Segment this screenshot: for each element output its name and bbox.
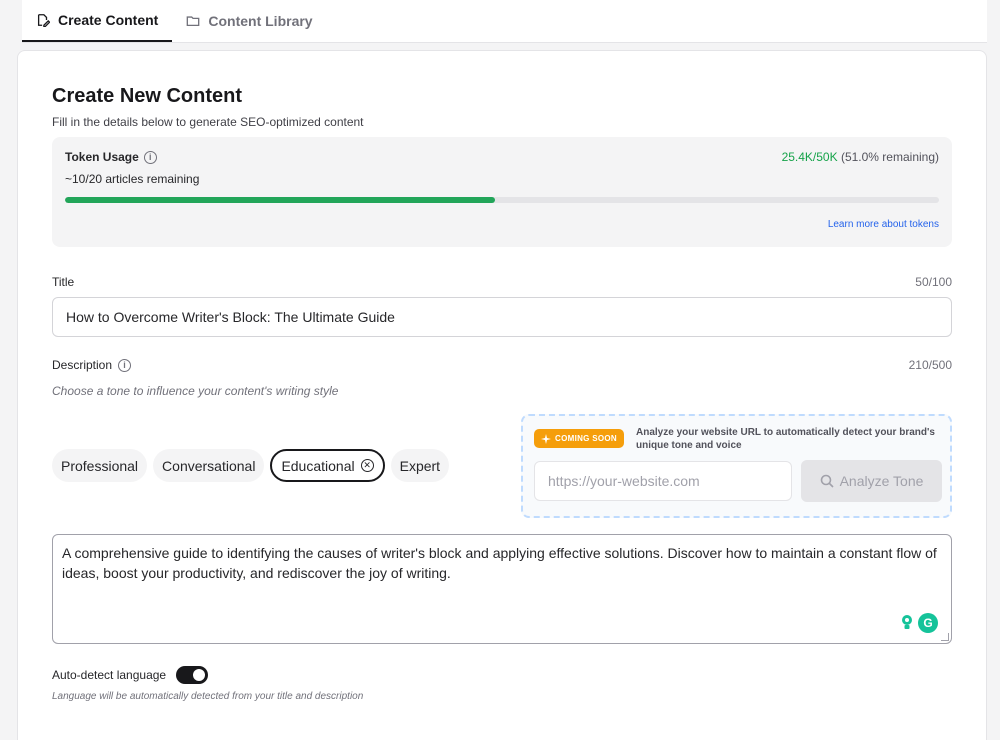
title-label-text: Title — [52, 275, 75, 289]
folder-icon — [187, 16, 200, 27]
close-circle-icon[interactable]: ✕ — [360, 459, 374, 472]
tokens-used: 25.4K/50K — [781, 150, 838, 164]
badge-text: COMING SOON — [555, 434, 617, 443]
tone-hint: Choose a tone to influence your content'… — [52, 384, 339, 398]
learn-more-tokens-link[interactable]: Learn more about tokens — [828, 219, 939, 230]
articles-remaining: ~10/20 articles remaining — [65, 172, 200, 186]
tone-conversational[interactable]: Conversational — [153, 449, 265, 482]
coming-soon-badge: COMING SOON — [534, 429, 624, 448]
page-title: Create New Content — [52, 85, 243, 107]
info-icon[interactable]: i — [143, 150, 157, 164]
page-subtitle: Fill in the details below to generate SE… — [52, 115, 364, 129]
tone-professional[interactable]: Professional — [52, 449, 148, 482]
grammarly-icon[interactable]: G — [918, 613, 938, 633]
auto-detect-hint: Language will be automatically detected … — [52, 691, 364, 702]
analyze-tone-panel: COMING SOON Analyze your website URL to … — [521, 414, 952, 518]
tab-content-library[interactable]: Content Library — [172, 0, 326, 42]
grammarly-widget[interactable]: G — [900, 613, 938, 633]
tone-selector: Professional Conversational Educational … — [52, 449, 450, 482]
tab-label: Content Library — [208, 13, 313, 29]
title-counter: 50/100 — [915, 275, 952, 289]
title-label: Title — [52, 275, 74, 289]
description-textarea[interactable]: A comprehensive guide to identifying the… — [52, 534, 952, 644]
token-progress-bar — [65, 197, 939, 203]
tone-expert[interactable]: Expert — [390, 449, 450, 482]
token-count: 25.4K/50K (51.0% remaining) — [782, 150, 939, 164]
analyze-description: Analyze your website URL to automaticall… — [636, 427, 935, 451]
tone-label: Conversational — [162, 457, 256, 474]
sparkle-icon — [541, 433, 551, 444]
auto-detect-label: Auto-detect language — [52, 668, 167, 682]
description-label-text: Description — [52, 358, 113, 372]
lightbulb-icon[interactable] — [900, 614, 914, 632]
resize-handle[interactable] — [941, 633, 949, 641]
token-usage-text: Token Usage — [65, 150, 139, 164]
auto-detect-toggle[interactable] — [176, 666, 209, 684]
description-counter: 210/500 — [908, 358, 952, 372]
info-icon[interactable]: i — [118, 358, 132, 372]
search-icon — [820, 474, 834, 488]
tone-label: Educational — [281, 457, 355, 474]
token-usage-label: Token Usage i — [65, 150, 157, 164]
token-progress-fill — [65, 197, 495, 203]
title-input[interactable]: How to Overcome Writer's Block: The Ulti… — [52, 297, 952, 337]
edit-icon — [37, 14, 50, 27]
tone-educational[interactable]: Educational ✕ — [270, 449, 385, 482]
tone-label: Professional — [61, 457, 139, 474]
tone-label: Expert — [399, 457, 441, 474]
token-usage-panel: Token Usage i ~10/20 articles remaining … — [52, 137, 952, 247]
description-text: A comprehensive guide to identifying the… — [62, 545, 937, 581]
analyze-button-label: Analyze Tone — [839, 473, 924, 489]
tab-label: Create Content — [58, 12, 159, 28]
tab-bar: Create Content Content Library — [22, 0, 987, 43]
tab-create-content[interactable]: Create Content — [22, 0, 173, 42]
website-url-input[interactable]: https://your-website.com — [534, 461, 792, 501]
description-label: Description i — [52, 358, 132, 372]
auto-detect-language-row: Auto-detect language — [52, 666, 209, 684]
analyze-tone-button[interactable]: Analyze Tone — [801, 460, 942, 502]
tokens-remaining-pct: (51.0% remaining) — [840, 150, 939, 164]
